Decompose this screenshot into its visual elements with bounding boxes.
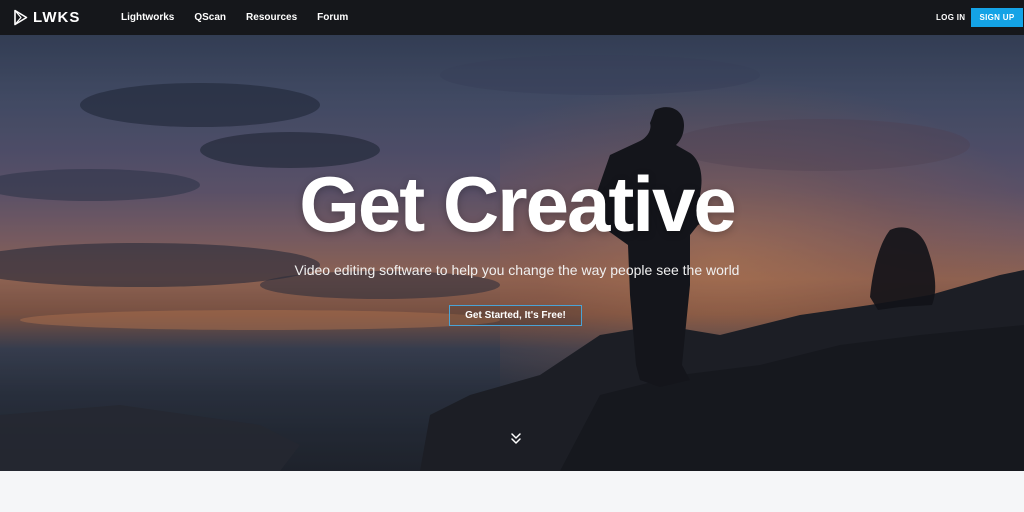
nav-link-resources[interactable]: Resources xyxy=(246,12,297,23)
top-navbar: LWKS Lightworks QScan Resources Forum LO… xyxy=(0,0,1024,35)
hero-title: Get Creative xyxy=(299,160,737,248)
get-started-button[interactable]: Get Started, It's Free! xyxy=(449,305,582,326)
hero-subtitle: Video editing software to help you chang… xyxy=(294,262,740,278)
nav-link-qscan[interactable]: QScan xyxy=(194,12,226,23)
signup-button[interactable]: SIGN UP xyxy=(971,8,1023,27)
brand-name: LWKS xyxy=(33,9,81,26)
double-chevron-down-icon[interactable] xyxy=(509,432,523,446)
brand-logo[interactable]: LWKS xyxy=(13,8,80,27)
play-triangle-icon xyxy=(14,9,28,26)
hero-overlay xyxy=(0,35,1024,471)
nav-link-forum[interactable]: Forum xyxy=(317,12,348,23)
nav-link-lightworks[interactable]: Lightworks xyxy=(121,12,174,23)
primary-nav: Lightworks QScan Resources Forum xyxy=(121,0,348,35)
login-link[interactable]: LOG IN xyxy=(936,0,965,35)
hero-section: Get Creative Video editing software to h… xyxy=(0,35,1024,471)
next-section xyxy=(0,471,1024,512)
